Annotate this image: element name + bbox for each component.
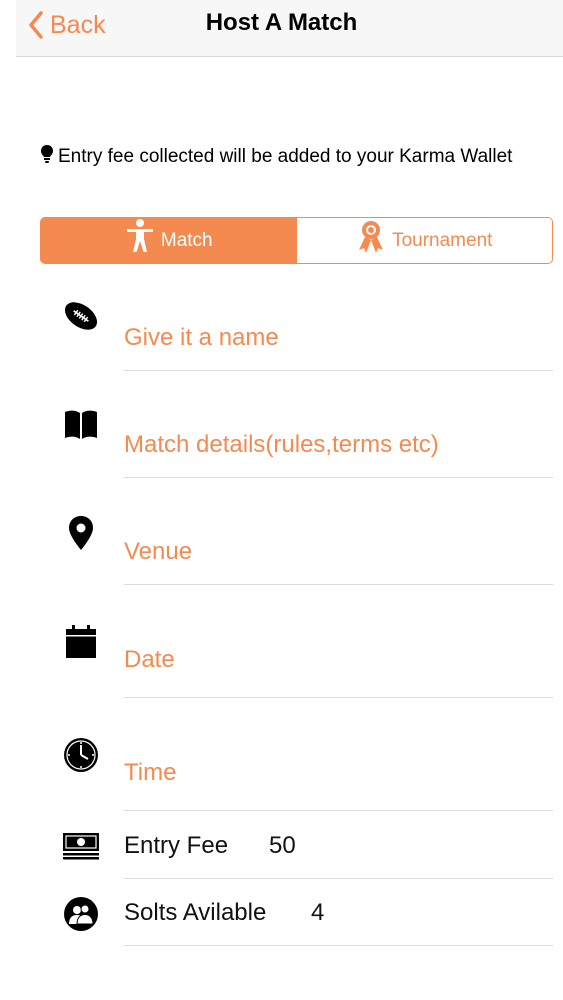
lightbulb-icon (40, 144, 54, 172)
people-icon (63, 896, 99, 932)
info-message: Entry fee collected will be added to you… (40, 144, 540, 172)
navigation-bar: Back Host A Match (16, 0, 563, 57)
divider (124, 810, 553, 811)
page-title: Host A Match (205, 9, 358, 36)
segment-tournament[interactable]: Tournament (296, 218, 552, 263)
divider (124, 697, 553, 698)
divider (124, 584, 553, 585)
match-details-input[interactable]: Match details(rules,terms etc) (124, 431, 439, 459)
divider (124, 370, 553, 371)
date-input[interactable]: Date (124, 646, 175, 674)
info-text: Entry fee collected will be added to you… (58, 146, 513, 167)
football-icon (63, 298, 99, 334)
entry-fee-label: Entry Fee (124, 832, 229, 859)
money-icon (63, 830, 99, 866)
award-icon (359, 220, 384, 253)
time-input[interactable]: Time (124, 759, 176, 787)
divider (124, 945, 553, 946)
divider (124, 878, 553, 879)
slots-label: Solts Avilable (124, 899, 267, 926)
segment-match-label: Match (160, 229, 213, 251)
location-pin-icon (63, 515, 99, 551)
person-icon (126, 218, 153, 252)
clock-icon (63, 737, 99, 773)
name-input[interactable]: Give it a name (124, 324, 279, 352)
segment-tournament-label: Tournament (392, 229, 493, 251)
book-icon (63, 409, 99, 445)
calendar-icon (63, 624, 99, 660)
segment-match[interactable]: Match (41, 218, 297, 263)
divider (124, 477, 553, 478)
venue-input[interactable]: Venue (124, 538, 192, 566)
match-type-segmented-control: Match Tournament (40, 217, 553, 264)
entry-fee-value[interactable]: 50 (269, 832, 296, 860)
slots-value[interactable]: 4 (311, 899, 324, 927)
